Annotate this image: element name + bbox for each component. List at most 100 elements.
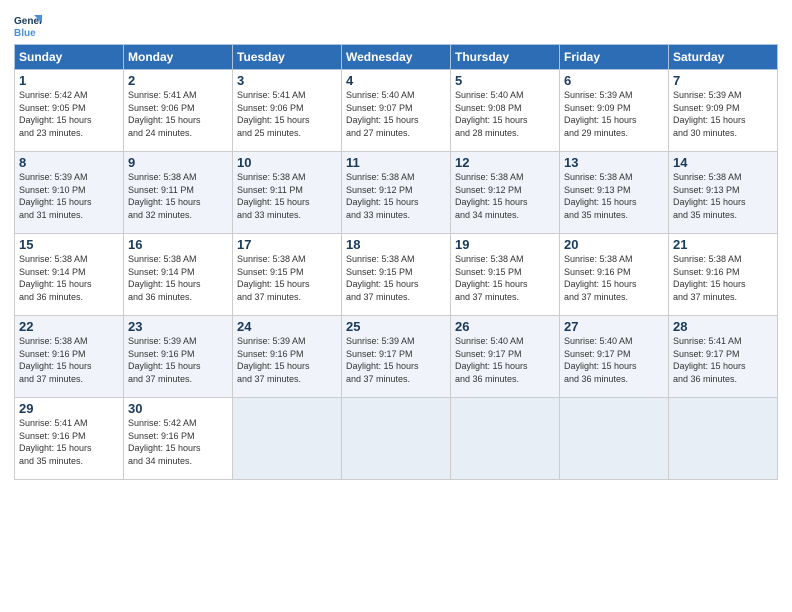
weekday-header-sunday: Sunday [15,45,124,70]
day-number: 10 [237,155,337,170]
day-number: 14 [673,155,773,170]
calendar-cell: 24Sunrise: 5:39 AM Sunset: 9:16 PM Dayli… [233,316,342,398]
day-number: 9 [128,155,228,170]
calendar-cell: 15Sunrise: 5:38 AM Sunset: 9:14 PM Dayli… [15,234,124,316]
calendar-cell: 21Sunrise: 5:38 AM Sunset: 9:16 PM Dayli… [669,234,778,316]
day-number: 3 [237,73,337,88]
calendar-cell: 18Sunrise: 5:38 AM Sunset: 9:15 PM Dayli… [342,234,451,316]
day-number: 1 [19,73,119,88]
calendar-cell: 11Sunrise: 5:38 AM Sunset: 9:12 PM Dayli… [342,152,451,234]
day-info: Sunrise: 5:38 AM Sunset: 9:16 PM Dayligh… [564,253,664,303]
day-info: Sunrise: 5:40 AM Sunset: 9:08 PM Dayligh… [455,89,555,139]
day-number: 11 [346,155,446,170]
day-info: Sunrise: 5:38 AM Sunset: 9:15 PM Dayligh… [237,253,337,303]
day-number: 12 [455,155,555,170]
day-info: Sunrise: 5:42 AM Sunset: 9:05 PM Dayligh… [19,89,119,139]
calendar-cell: 17Sunrise: 5:38 AM Sunset: 9:15 PM Dayli… [233,234,342,316]
day-number: 30 [128,401,228,416]
day-number: 17 [237,237,337,252]
day-info: Sunrise: 5:38 AM Sunset: 9:12 PM Dayligh… [346,171,446,221]
calendar-cell: 6Sunrise: 5:39 AM Sunset: 9:09 PM Daylig… [560,70,669,152]
day-info: Sunrise: 5:38 AM Sunset: 9:15 PM Dayligh… [455,253,555,303]
day-number: 8 [19,155,119,170]
logo-icon: General Blue [14,10,42,38]
day-info: Sunrise: 5:38 AM Sunset: 9:11 PM Dayligh… [237,171,337,221]
calendar-table: SundayMondayTuesdayWednesdayThursdayFrid… [14,44,778,480]
day-info: Sunrise: 5:39 AM Sunset: 9:16 PM Dayligh… [128,335,228,385]
day-number: 24 [237,319,337,334]
weekday-header-monday: Monday [124,45,233,70]
day-number: 13 [564,155,664,170]
day-info: Sunrise: 5:40 AM Sunset: 9:17 PM Dayligh… [455,335,555,385]
day-number: 23 [128,319,228,334]
day-info: Sunrise: 5:38 AM Sunset: 9:13 PM Dayligh… [673,171,773,221]
calendar-cell: 3Sunrise: 5:41 AM Sunset: 9:06 PM Daylig… [233,70,342,152]
calendar-cell: 16Sunrise: 5:38 AM Sunset: 9:14 PM Dayli… [124,234,233,316]
day-info: Sunrise: 5:38 AM Sunset: 9:14 PM Dayligh… [19,253,119,303]
day-number: 7 [673,73,773,88]
calendar-cell: 28Sunrise: 5:41 AM Sunset: 9:17 PM Dayli… [669,316,778,398]
calendar-cell: 14Sunrise: 5:38 AM Sunset: 9:13 PM Dayli… [669,152,778,234]
calendar-cell: 4Sunrise: 5:40 AM Sunset: 9:07 PM Daylig… [342,70,451,152]
weekday-header-thursday: Thursday [451,45,560,70]
calendar-cell: 30Sunrise: 5:42 AM Sunset: 9:16 PM Dayli… [124,398,233,480]
calendar-cell: 26Sunrise: 5:40 AM Sunset: 9:17 PM Dayli… [451,316,560,398]
calendar-cell: 8Sunrise: 5:39 AM Sunset: 9:10 PM Daylig… [15,152,124,234]
day-info: Sunrise: 5:41 AM Sunset: 9:17 PM Dayligh… [673,335,773,385]
day-number: 6 [564,73,664,88]
day-info: Sunrise: 5:38 AM Sunset: 9:16 PM Dayligh… [19,335,119,385]
day-number: 18 [346,237,446,252]
day-info: Sunrise: 5:39 AM Sunset: 9:09 PM Dayligh… [673,89,773,139]
calendar-cell: 2Sunrise: 5:41 AM Sunset: 9:06 PM Daylig… [124,70,233,152]
day-info: Sunrise: 5:38 AM Sunset: 9:13 PM Dayligh… [564,171,664,221]
day-info: Sunrise: 5:39 AM Sunset: 9:10 PM Dayligh… [19,171,119,221]
calendar-cell [233,398,342,480]
day-number: 15 [19,237,119,252]
calendar-cell: 19Sunrise: 5:38 AM Sunset: 9:15 PM Dayli… [451,234,560,316]
day-number: 27 [564,319,664,334]
day-info: Sunrise: 5:38 AM Sunset: 9:12 PM Dayligh… [455,171,555,221]
day-info: Sunrise: 5:40 AM Sunset: 9:17 PM Dayligh… [564,335,664,385]
calendar-cell [451,398,560,480]
page-container: General Blue SundayMondayTuesdayWednesda… [0,0,792,490]
calendar-cell: 9Sunrise: 5:38 AM Sunset: 9:11 PM Daylig… [124,152,233,234]
day-info: Sunrise: 5:38 AM Sunset: 9:14 PM Dayligh… [128,253,228,303]
calendar-cell: 22Sunrise: 5:38 AM Sunset: 9:16 PM Dayli… [15,316,124,398]
day-number: 28 [673,319,773,334]
calendar-cell: 1Sunrise: 5:42 AM Sunset: 9:05 PM Daylig… [15,70,124,152]
day-number: 5 [455,73,555,88]
day-info: Sunrise: 5:38 AM Sunset: 9:11 PM Dayligh… [128,171,228,221]
day-info: Sunrise: 5:41 AM Sunset: 9:16 PM Dayligh… [19,417,119,467]
day-number: 4 [346,73,446,88]
day-number: 16 [128,237,228,252]
weekday-header-tuesday: Tuesday [233,45,342,70]
weekday-header-saturday: Saturday [669,45,778,70]
calendar-cell: 25Sunrise: 5:39 AM Sunset: 9:17 PM Dayli… [342,316,451,398]
calendar-cell: 27Sunrise: 5:40 AM Sunset: 9:17 PM Dayli… [560,316,669,398]
day-info: Sunrise: 5:41 AM Sunset: 9:06 PM Dayligh… [128,89,228,139]
day-info: Sunrise: 5:39 AM Sunset: 9:16 PM Dayligh… [237,335,337,385]
calendar-cell: 29Sunrise: 5:41 AM Sunset: 9:16 PM Dayli… [15,398,124,480]
day-info: Sunrise: 5:39 AM Sunset: 9:17 PM Dayligh… [346,335,446,385]
header: General Blue [14,10,778,38]
calendar-cell: 20Sunrise: 5:38 AM Sunset: 9:16 PM Dayli… [560,234,669,316]
weekday-header-wednesday: Wednesday [342,45,451,70]
day-number: 19 [455,237,555,252]
day-info: Sunrise: 5:38 AM Sunset: 9:15 PM Dayligh… [346,253,446,303]
day-info: Sunrise: 5:40 AM Sunset: 9:07 PM Dayligh… [346,89,446,139]
calendar-cell [342,398,451,480]
day-info: Sunrise: 5:41 AM Sunset: 9:06 PM Dayligh… [237,89,337,139]
day-number: 29 [19,401,119,416]
calendar-cell [560,398,669,480]
day-number: 20 [564,237,664,252]
calendar-cell [669,398,778,480]
calendar-cell: 7Sunrise: 5:39 AM Sunset: 9:09 PM Daylig… [669,70,778,152]
calendar-cell: 12Sunrise: 5:38 AM Sunset: 9:12 PM Dayli… [451,152,560,234]
day-number: 25 [346,319,446,334]
day-number: 2 [128,73,228,88]
calendar-cell: 5Sunrise: 5:40 AM Sunset: 9:08 PM Daylig… [451,70,560,152]
day-number: 21 [673,237,773,252]
calendar-cell: 13Sunrise: 5:38 AM Sunset: 9:13 PM Dayli… [560,152,669,234]
calendar-cell: 10Sunrise: 5:38 AM Sunset: 9:11 PM Dayli… [233,152,342,234]
weekday-header-friday: Friday [560,45,669,70]
